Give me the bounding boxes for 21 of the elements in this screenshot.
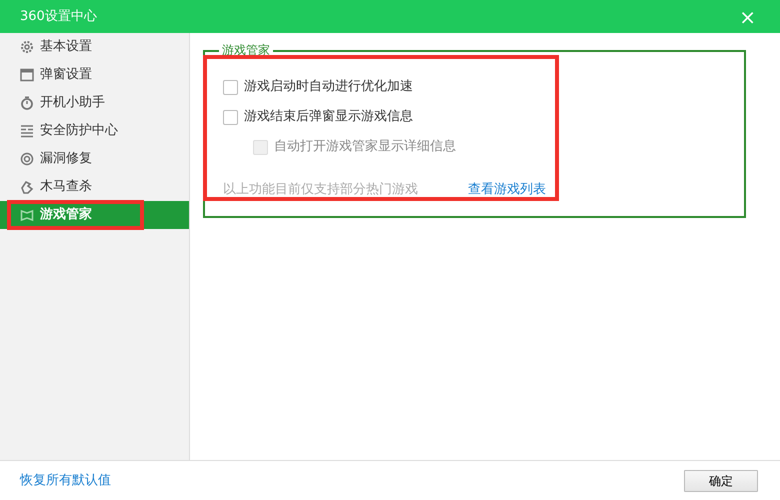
window-icon xyxy=(20,68,34,82)
checkbox-label: 自动打开游戏管家显示详细信息 xyxy=(274,138,456,156)
ok-button[interactable]: 确定 xyxy=(684,470,758,492)
checkbox[interactable] xyxy=(223,110,238,124)
restore-defaults-link[interactable]: 恢复所有默认值 xyxy=(20,470,111,490)
checkbox-label: 游戏结束后弹窗显示游戏信息 xyxy=(244,108,413,126)
list-icon xyxy=(20,124,34,138)
gear-icon xyxy=(20,40,34,54)
note-text: 以上功能目前仅支持部分热门游戏 xyxy=(223,181,418,199)
sidebar-item[interactable]: 基本设置 xyxy=(0,33,189,61)
sidebar-item[interactable]: 开机小助手 xyxy=(0,89,189,117)
stopwatch-icon xyxy=(20,96,34,110)
window-title: 360设置中心 xyxy=(20,8,97,26)
sidebar-item[interactable]: 弹窗设置 xyxy=(0,61,189,89)
sidebar-item[interactable]: 木马查杀 xyxy=(0,173,189,201)
gamepad-icon xyxy=(20,208,34,222)
game-list-link[interactable]: 查看游戏列表 xyxy=(468,180,546,200)
checkbox[interactable] xyxy=(223,80,238,94)
checkbox-label: 游戏启动时自动进行优化加速 xyxy=(244,78,413,96)
sidebar-item[interactable]: 安全防护中心 xyxy=(0,117,189,145)
sidebar-item[interactable]: 漏洞修复 xyxy=(0,145,189,173)
